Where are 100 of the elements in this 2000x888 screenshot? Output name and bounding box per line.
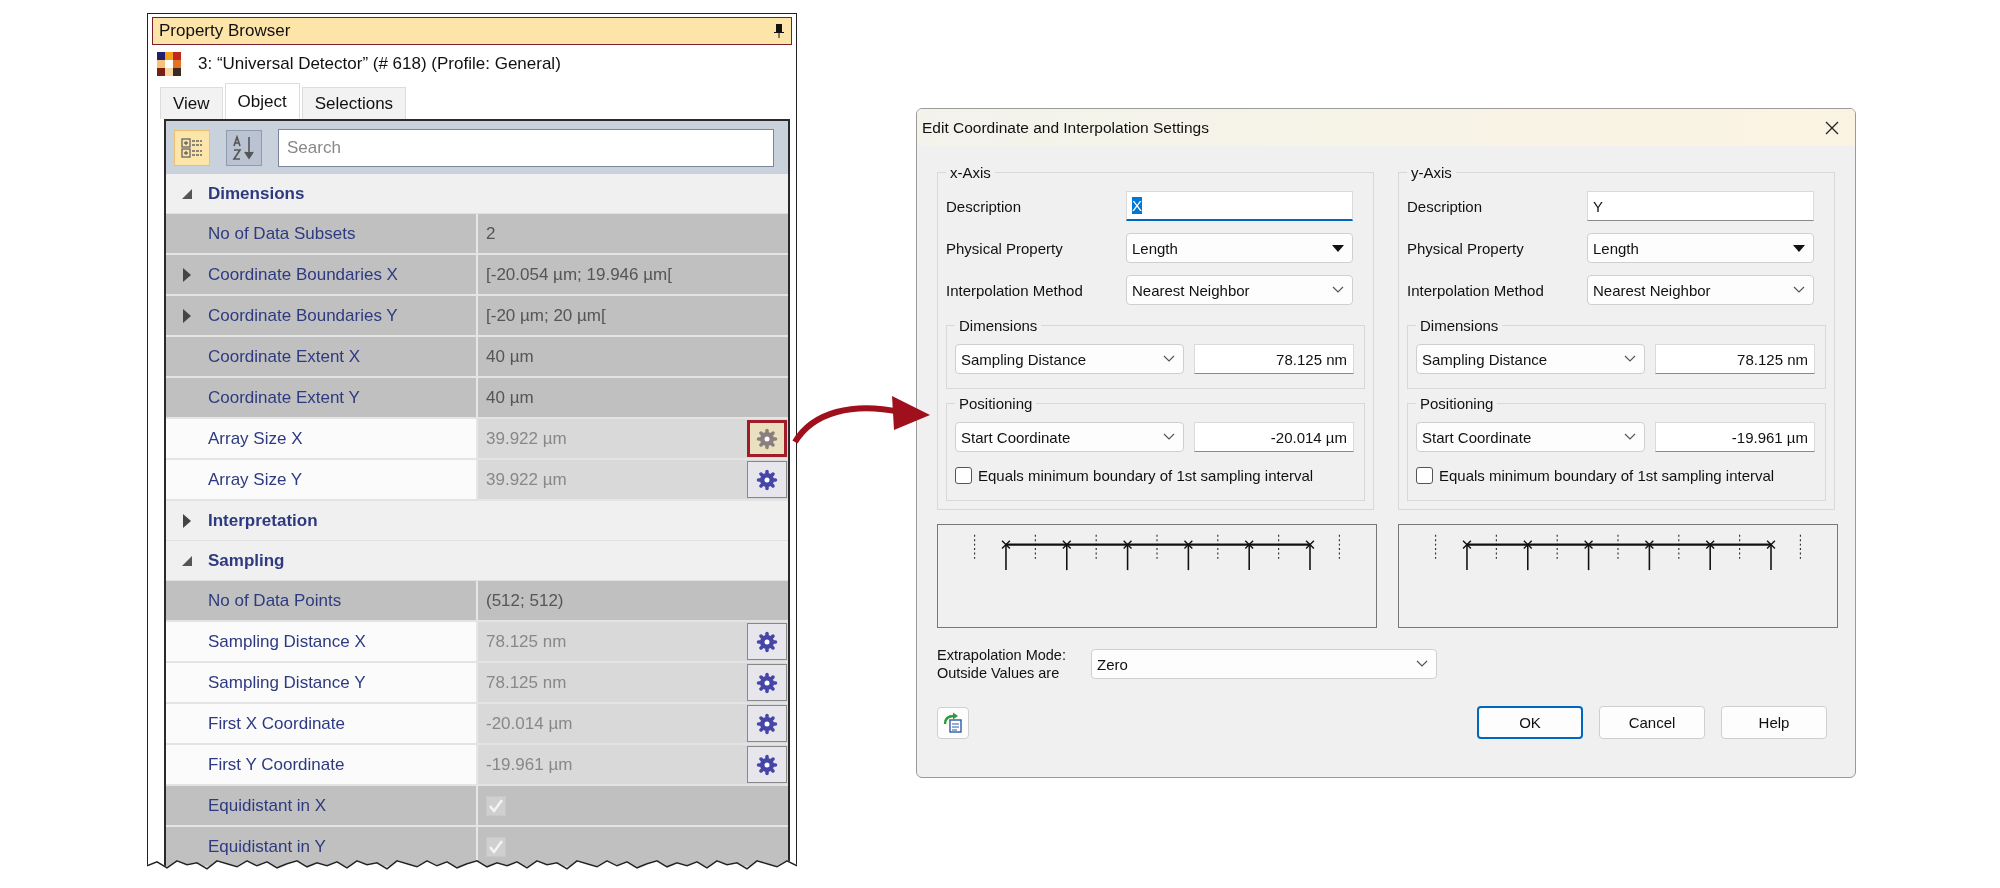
description-field[interactable]: Y [1587, 191, 1814, 221]
sort-button[interactable] [226, 129, 262, 166]
search-field[interactable]: Search [278, 128, 774, 167]
property-label: Coordinate Extent Y [208, 387, 360, 408]
property-row[interactable]: First Y Coordinate -19.961 µm [166, 745, 788, 786]
value-field[interactable]: 78.125 nm [1655, 344, 1815, 374]
chevron-down-icon [1416, 660, 1428, 668]
interpolation-dropdown[interactable]: Nearest Neighbor [1126, 275, 1353, 305]
dropdown-triangle-icon [1793, 244, 1805, 252]
detector-icon [156, 51, 182, 77]
tab[interactable]: View [160, 87, 223, 119]
settings-icon [755, 426, 779, 451]
property-row[interactable]: No of Data Points (512; 512) [166, 581, 788, 622]
property-label: Sampling Distance Y [208, 672, 366, 693]
tab[interactable]: Object [224, 83, 300, 119]
property-label: Coordinate Boundaries Y [208, 305, 398, 326]
property-value: -20.014 µm [486, 713, 573, 734]
property-row[interactable]: Coordinate Extent X 40 µm [166, 337, 788, 378]
settings-button[interactable] [747, 746, 787, 783]
value-field[interactable]: 78.125 nm [1194, 344, 1354, 374]
document-arrow-icon [942, 711, 964, 734]
boundary-checkbox[interactable]: Equals minimum boundary of 1st sampling interval [955, 458, 1314, 492]
property-label: Equidistant in Y [208, 836, 326, 857]
settings-button[interactable] [747, 420, 787, 457]
chevron-down-icon [1624, 355, 1636, 363]
category-row[interactable]: Sampling [166, 541, 788, 581]
property-label: Sampling Distance X [208, 631, 366, 652]
settings-button[interactable] [747, 705, 787, 742]
dialog-title: Edit Coordinate and Interpolation Settings [922, 118, 1209, 137]
chevron-down-icon [1163, 433, 1175, 441]
mode-dropdown[interactable]: Sampling Distance [1416, 344, 1645, 374]
expand-triangle-icon[interactable] [182, 307, 192, 324]
property-value: 78.125 nm [486, 672, 567, 693]
interpolation-dropdown[interactable]: Nearest Neighbor [1587, 275, 1814, 305]
export-button[interactable] [937, 706, 969, 739]
property-row[interactable]: Array Size Y 39.922 µm [166, 460, 788, 501]
mode-dropdown[interactable]: Start Coordinate [1416, 422, 1645, 452]
categorized-button[interactable] [174, 129, 210, 166]
expand-triangle-icon[interactable] [182, 512, 192, 529]
property-value: 2 [486, 223, 496, 244]
property-value: 39.922 µm [486, 469, 567, 490]
group-title: Dimensions [958, 317, 1039, 334]
dialog-button[interactable]: Help [1721, 706, 1827, 739]
chevron-down-icon [1163, 355, 1175, 363]
property-row[interactable]: Sampling Distance Y 78.125 nm [166, 663, 788, 704]
settings-button[interactable] [747, 623, 787, 660]
property-row[interactable]: Sampling Distance X 78.125 nm [166, 622, 788, 663]
field-label: Physical Property [946, 239, 1064, 257]
property-value: 40 µm [486, 346, 534, 367]
property-row[interactable]: Coordinate Boundaries X [-20.054 µm; 19.946 µm[ [166, 255, 788, 296]
property-row[interactable]: Coordinate Extent Y 40 µm [166, 378, 788, 419]
dialog-button[interactable]: Cancel [1599, 706, 1705, 739]
property-label: First X Coordinate [208, 713, 345, 734]
settings-icon [755, 467, 779, 492]
category-row[interactable]: Interpretation [166, 501, 788, 541]
sort-alphabetical-icon [231, 134, 257, 161]
property-row[interactable]: Equidistant in X [166, 786, 788, 827]
property-label: Array Size Y [208, 469, 303, 490]
property-row[interactable]: Coordinate Boundaries Y [-20 µm; 20 µm[ [166, 296, 788, 337]
settings-icon [755, 670, 779, 695]
field-label: Physical Property [1407, 239, 1525, 257]
property-dropdown[interactable]: Length [1126, 233, 1353, 263]
collapse-triangle-icon[interactable] [181, 554, 193, 567]
value-field[interactable]: -19.961 µm [1655, 422, 1815, 452]
property-label: Coordinate Extent X [208, 346, 361, 367]
categorized-view-icon [180, 135, 204, 160]
property-value: 39.922 µm [486, 428, 567, 449]
property-label: Array Size X [208, 428, 303, 449]
pin-icon[interactable] [773, 23, 785, 39]
extrapolation-label: Extrapolation Mode: Outside Values are [937, 646, 1067, 682]
property-value: [-20 µm; 20 µm[ [486, 305, 606, 326]
settings-button[interactable] [747, 461, 787, 498]
settings-button[interactable] [747, 664, 787, 701]
category-row[interactable]: Dimensions [166, 174, 788, 214]
category-label: Interpretation [208, 510, 318, 531]
boundary-checkbox[interactable]: Equals minimum boundary of 1st sampling interval [1416, 458, 1775, 492]
property-dropdown[interactable]: Length [1587, 233, 1814, 263]
description-field[interactable]: X [1126, 191, 1353, 221]
expand-triangle-icon[interactable] [182, 266, 192, 283]
field-label: Description [946, 197, 1023, 215]
mode-dropdown[interactable]: Sampling Distance [955, 344, 1184, 374]
panel-title: Property Browser [159, 21, 291, 41]
group-title: x-Axis [949, 164, 992, 181]
collapse-triangle-icon[interactable] [181, 187, 193, 200]
property-label: Equidistant in X [208, 795, 327, 816]
tab[interactable]: Selections [301, 87, 407, 119]
field-label: Interpolation Method [1407, 281, 1545, 299]
property-value: (512; 512) [486, 590, 564, 611]
category-label: Dimensions [208, 183, 305, 204]
property-row[interactable]: First X Coordinate -20.014 µm [166, 704, 788, 745]
property-row[interactable]: Array Size X 39.922 µm [166, 419, 788, 460]
dropdown-triangle-icon [1332, 244, 1344, 252]
dialog-button[interactable]: OK [1477, 706, 1583, 739]
mode-dropdown[interactable]: Start Coordinate [955, 422, 1184, 452]
value-field[interactable]: -20.014 µm [1194, 422, 1354, 452]
property-label: Coordinate Boundaries X [208, 264, 398, 285]
extrapolation-dropdown[interactable]: Zero [1091, 649, 1437, 679]
category-label: Sampling [208, 550, 285, 571]
property-row[interactable]: No of Data Subsets 2 [166, 214, 788, 255]
property-row[interactable]: Equidistant in Y [166, 827, 788, 868]
